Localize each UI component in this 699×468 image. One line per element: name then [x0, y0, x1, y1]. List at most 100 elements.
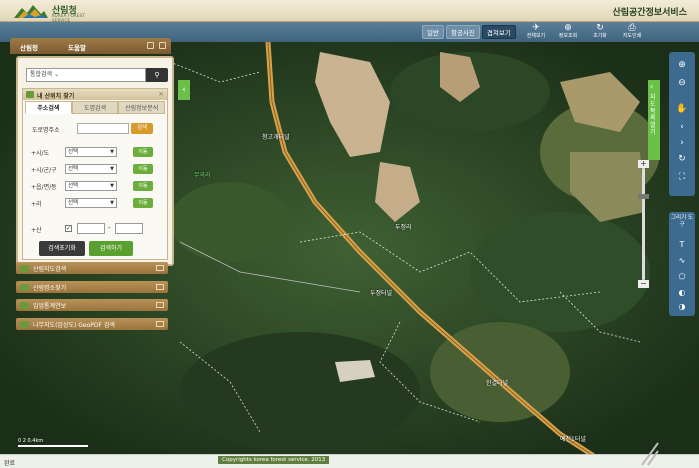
zoom-in-magnifier-icon[interactable]: ⊕ [674, 58, 690, 72]
ri-select[interactable]: 선택 ▼ [65, 198, 117, 208]
service-title: 산림공간정보서비스 [612, 8, 687, 18]
search-tabs: 주소검색 도엽검색 산림정보분석 [25, 101, 166, 114]
panel-home-link[interactable]: 산림청 [20, 42, 38, 52]
ri-row: +리 선택 ▼ 이동 [31, 198, 165, 208]
pin-icon[interactable] [147, 42, 154, 49]
map-scalebar: 0 2 0.4km [18, 438, 98, 448]
status-text: 완료 [4, 460, 16, 467]
accordion-forestry-statistics[interactable]: 임업통계연보 [16, 299, 168, 311]
map-label: 청고개터널 [262, 134, 290, 141]
resize-grip-icon[interactable] [640, 437, 660, 467]
map-type-aerial[interactable]: 항공사진 [445, 25, 480, 39]
forest-service-logo[interactable]: 산림청 KOREA FOREST SERVICE [14, 2, 94, 23]
lot-number-row: +산 ✓ - [31, 223, 165, 235]
expand-icon [156, 284, 164, 290]
road-address-input[interactable] [77, 123, 129, 134]
sigungu-move-button[interactable]: 이동 [133, 164, 153, 174]
ri-move-button[interactable]: 이동 [133, 198, 153, 208]
zoom-handle[interactable] [638, 194, 649, 199]
sub-lot-input[interactable] [115, 223, 143, 234]
clear-tool-icon[interactable]: ◑ [674, 300, 690, 313]
panel-help-link[interactable]: 도움말 [68, 42, 86, 52]
accordion-geopdf-search[interactable]: 나무지도(임상도) GeoPDF 검색 [16, 318, 168, 330]
eupmyeondong-row: +읍/면/동 선택 ▼ 이동 [31, 181, 165, 191]
accordion-forest-attractions[interactable]: 산림명소찾기 [16, 281, 168, 293]
execute-search-button[interactable]: 검색하기 [89, 241, 133, 256]
sigungu-row: +시/군/구 선택 ▼ 이동 [31, 164, 165, 174]
reset-button[interactable]: ↻ 초기화 [584, 22, 616, 42]
chevron-down-icon: ⌄ [54, 71, 60, 78]
map-type-normal[interactable]: 일반 [422, 25, 444, 39]
previous-view-icon[interactable]: ‹ [674, 120, 690, 134]
eupmyeondong-label: +읍/면/동 [31, 184, 57, 191]
chevron-down-icon: ▼ [110, 183, 114, 189]
accordion-forest-map-search[interactable]: 산림지도검색 [16, 262, 168, 274]
sido-row: +시/도 선택 ▼ 이동 [31, 147, 165, 157]
lot-separator: - [108, 224, 111, 232]
location-finder-header: 내 산위치 찾기 × [23, 89, 167, 100]
chart-icon [20, 302, 29, 309]
sido-select[interactable]: 선택 ▼ [65, 147, 117, 157]
search-button[interactable]: ⚲ [146, 68, 168, 82]
close-icon[interactable] [159, 42, 166, 49]
layer-list-toggle[interactable]: ‹ 지도목록 열기 [648, 80, 660, 160]
full-view-button[interactable]: ✈ 전체보기 [520, 22, 552, 42]
search-input[interactable]: 통합검색 ⌄ [26, 68, 146, 82]
zoom-track[interactable] [642, 168, 645, 280]
status-bar: 완료 Copyrights korea forest service. 2013 [0, 442, 699, 468]
next-view-icon[interactable]: › [674, 136, 690, 150]
tab-forest-analysis[interactable]: 산림정보분석 [118, 101, 166, 114]
chevron-left-icon: ‹ [650, 82, 654, 91]
location-finder: 내 산위치 찾기 × 주소검색 도엽검색 산림정보분석 도로명주소 검색 +시/… [22, 88, 168, 260]
info-query-button[interactable]: ⊕ 정보조회 [552, 22, 584, 42]
fullscreen-icon[interactable]: ⛶ [674, 170, 690, 184]
sigungu-select[interactable]: 선택 ▼ [65, 164, 117, 174]
chevron-down-icon: ▼ [110, 166, 114, 172]
panel-body: 통합검색 ⌄ ⚲ 내 산위치 찾기 × 주소검색 도엽검색 산림정보분석 도로명… [16, 56, 174, 266]
polygon-tool-icon[interactable]: ⬠ [674, 270, 690, 283]
eraser-tool-icon[interactable]: ◐ [674, 286, 690, 299]
main-lot-input[interactable] [77, 223, 105, 234]
map-type-switcher: 일반 항공사진 겹쳐보기 [422, 25, 516, 39]
map-label: 두정터널 [370, 290, 393, 297]
map-tools: ✈ 전체보기 ⊕ 정보조회 ↻ 초기화 ⎙ 지도인쇄 [520, 22, 648, 42]
scalebar-line [18, 445, 88, 447]
app-header: 산림청 KOREA FOREST SERVICE 산림공간정보서비스 [0, 0, 699, 23]
road-search-button[interactable]: 검색 [131, 123, 153, 134]
zoom-out-icon[interactable]: − [638, 280, 649, 288]
document-icon [20, 321, 29, 328]
eupmyeondong-move-button[interactable]: 이동 [133, 181, 153, 191]
print-map-button[interactable]: ⎙ 지도인쇄 [616, 22, 648, 42]
tree-icon [20, 284, 29, 291]
pan-hand-icon[interactable]: ✋ [674, 102, 690, 116]
map-label: 예천1터널 [560, 436, 586, 443]
search-reset-button[interactable]: 검색초기화 [39, 241, 85, 256]
search-type-select[interactable]: 통합검색 [30, 71, 52, 78]
print-icon: ⎙ [628, 23, 636, 33]
navigation-tools: ⊕ ⊖ ✋ ‹ › ↻ ⛶ [669, 52, 695, 196]
ri-label: +리 [31, 201, 42, 208]
san-checkbox[interactable]: ✓ [65, 225, 72, 232]
chevron-down-icon: ▼ [110, 200, 114, 206]
map-icon [20, 265, 29, 272]
road-address-row: 도로명주소 검색 [29, 123, 165, 135]
collapse-panel-button[interactable]: ‹ [178, 80, 190, 100]
zoom-in-icon[interactable]: + [638, 160, 649, 168]
close-icon[interactable]: × [158, 90, 164, 98]
sido-label: +시/도 [31, 150, 50, 157]
sigungu-label: +시/군/구 [31, 167, 57, 174]
zoom-slider[interactable]: + − [637, 160, 649, 288]
tab-address-search[interactable]: 주소검색 [25, 101, 72, 114]
text-tool-icon[interactable]: T [674, 238, 690, 251]
line-tool-icon[interactable]: ∿ [674, 254, 690, 267]
sido-move-button[interactable]: 이동 [133, 147, 153, 157]
mountain-logo-icon [14, 5, 48, 18]
expand-icon [156, 265, 164, 271]
map-type-overlay[interactable]: 겹쳐보기 [481, 25, 516, 39]
eupmyeondong-select[interactable]: 선택 ▼ [65, 181, 117, 191]
layer-list-label: 지도목록 열기 [650, 94, 656, 136]
tab-sheet-search[interactable]: 도엽검색 [71, 101, 119, 114]
drawing-tools-title: 그리기 도구 [671, 215, 693, 228]
refresh-icon[interactable]: ↻ [674, 152, 690, 166]
zoom-out-magnifier-icon[interactable]: ⊖ [674, 76, 690, 90]
